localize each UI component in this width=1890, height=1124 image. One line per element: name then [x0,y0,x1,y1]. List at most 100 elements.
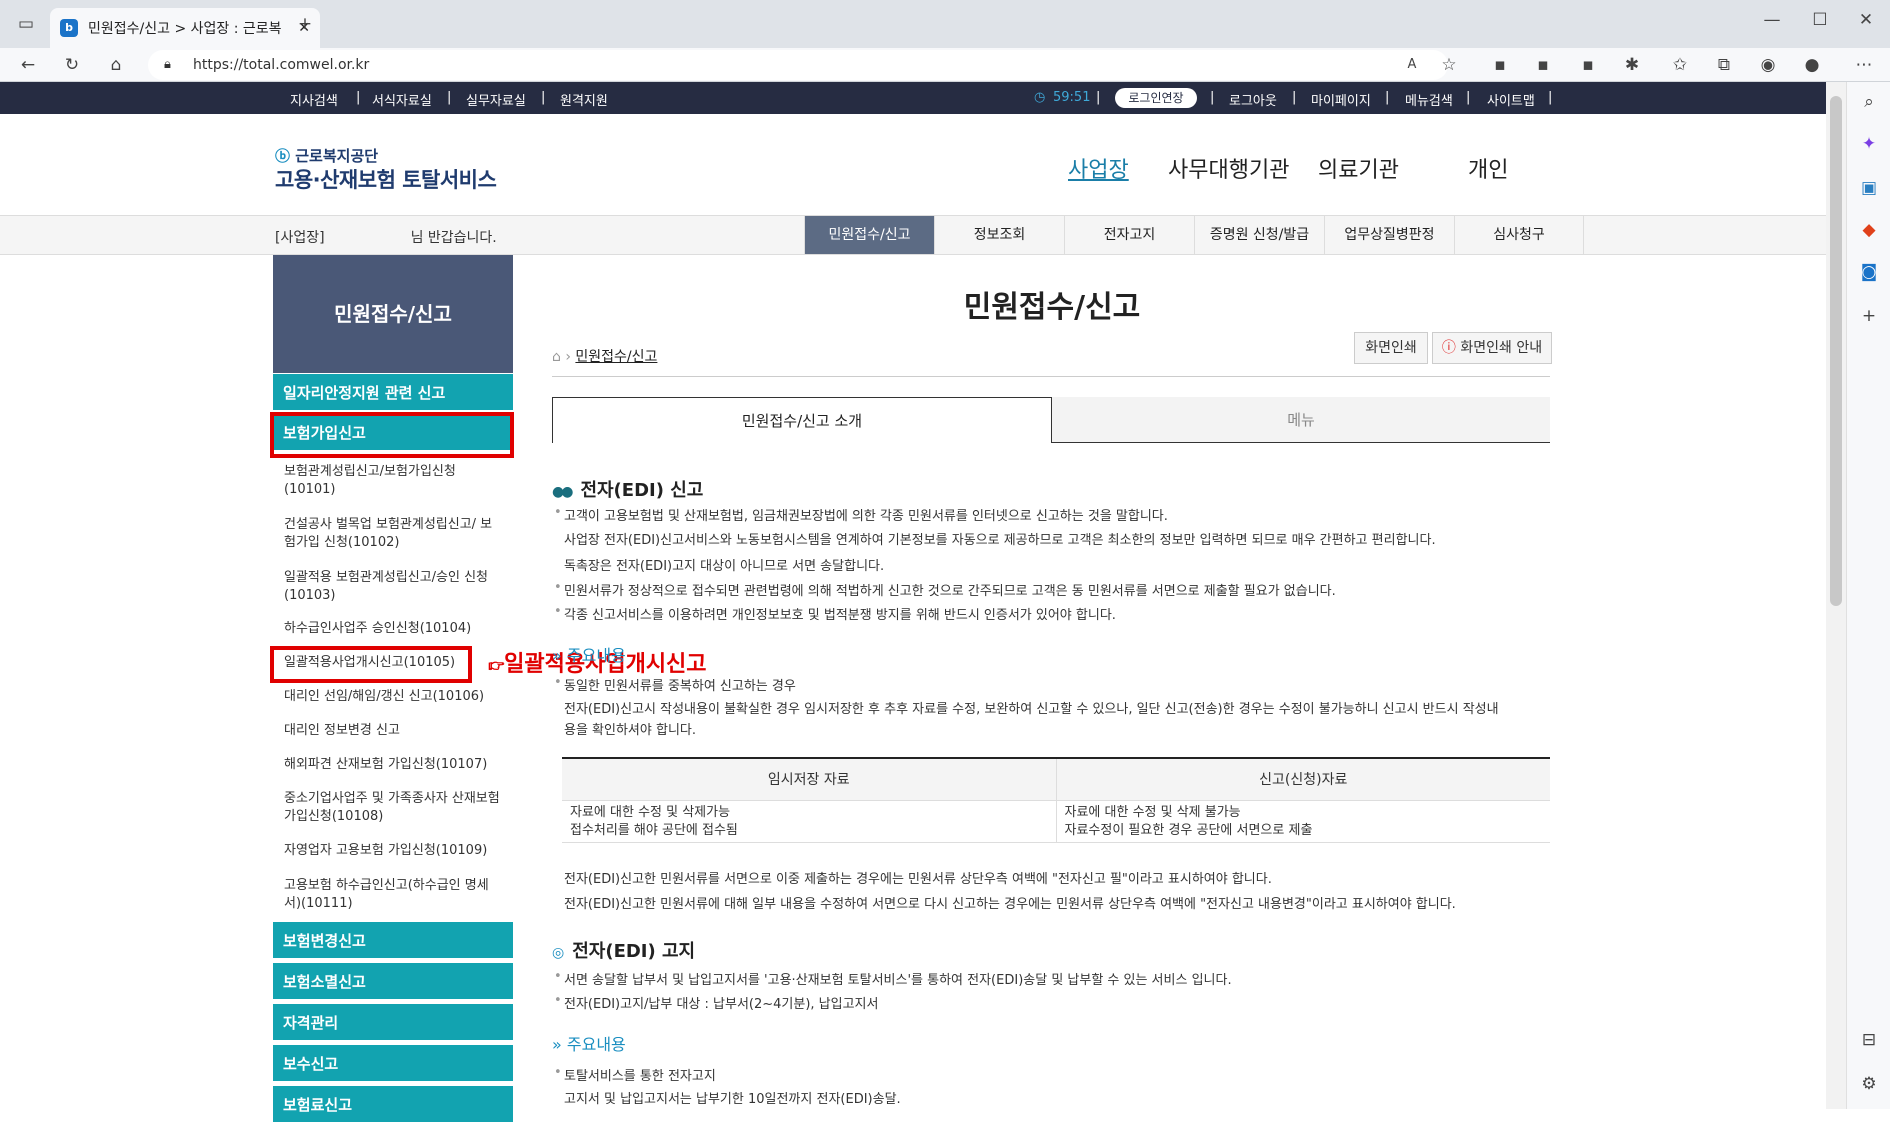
left-item-10101[interactable]: 보험관계성립신고/보험가입신청 (10101) [284,463,504,499]
sitemap-link[interactable]: 사이트맵 [1487,90,1535,109]
sub2-line-1: 토탈서비스를 통한 전자고지 [554,1065,716,1084]
logout-link[interactable]: 로그아웃 [1229,90,1277,109]
print-guide-button[interactable]: ⓘ 화면인쇄 안내 [1432,332,1552,364]
highlight-box-10105 [270,646,472,683]
left-cat-premium-report[interactable]: 보험료신고 [273,1086,513,1124]
settings-more-icon[interactable]: ⋯ [1852,55,1876,75]
browser-tab[interactable]: b 민원접수/신고 > 사업장 : 근로복 ✕ [50,8,320,48]
favorite-star-icon[interactable]: ☆ [1437,55,1461,75]
left-cat-qualification[interactable]: 자격관리 [273,1004,513,1042]
note-line-1: 전자(EDI)신고한 민원서류를 서면으로 이중 제출하는 경우에는 민원서류 … [564,872,1272,887]
welcome-text: [사업장] 님 반갑습니다. [275,230,497,246]
left-item-10111[interactable]: 고용보험 하수급인신고(하수급인 명세서)(10111) [284,877,504,913]
tab-actions-icon[interactable]: ▭ [14,14,38,34]
add-sidebar-icon[interactable]: + [1857,306,1881,326]
table-header-report: 신고(신청)자료 [1259,772,1348,788]
brand-logo-line2[interactable]: 고용·산재보험 토탈서비스 [275,164,497,194]
left-cat-insurance-change[interactable]: 보험변경신고 [273,922,513,960]
refresh-icon[interactable]: ↻ [60,55,84,75]
subtab-info-inquiry[interactable]: 정보조회 [934,216,1064,254]
double-chevron-icon: » [552,646,562,665]
sec2-line-2: 전자(EDI)고지/납부 대상 : 납부서(2~4기분), 납입고지서 [554,993,878,1012]
subtab-civil-petition[interactable]: 민원접수/신고 [804,216,934,254]
clock-icon: ◷ [1034,90,1046,105]
maximize-icon[interactable]: ☐ [1808,10,1832,30]
left-cat-employment-stability[interactable]: 일자리안정지원 관련 신고 [273,374,513,412]
sec1-line-5: 각종 신고서비스를 이용하려면 개인정보보호 및 법적분쟁 방지를 위해 반드시… [554,604,1116,623]
left-item-10106[interactable]: 대리인 선임/해임/갱신 신고(10106) [284,688,504,706]
double-chevron-icon: » [552,1035,562,1054]
gnav-personal[interactable]: 개인 [1468,152,1508,184]
subtab-certificate[interactable]: 증명원 신청/발급 [1194,216,1324,254]
address-bar-row: ← ↻ ⌂ 🔒︎ https://total.comwel.or.kr A ☆ … [0,48,1890,82]
gnav-medical[interactable]: 의료기관 [1318,152,1399,184]
left-item-10108[interactable]: 중소기업사업주 및 가족종사자 산재보험가입신청(10108) [284,790,504,826]
page-scrollbar[interactable] [1826,82,1846,1109]
subtab-e-notice[interactable]: 전자고지 [1064,216,1194,254]
left-item-10107[interactable]: 해외파견 산재보험 가입신청(10107) [284,756,504,774]
tab-intro[interactable]: 민원접수/신고 소개 [552,397,1052,443]
new-tab-icon[interactable]: + [293,14,317,34]
top-link-forms[interactable]: 서식자료실 [372,90,432,109]
left-cat-wage-report[interactable]: 보수신고 [273,1045,513,1083]
scrollbar-thumb[interactable] [1830,96,1842,606]
sec1-line-3: 독촉장은 전자(EDI)고지 대상이 아니므로 서면 송달합니다. [564,559,885,574]
home-icon[interactable]: ⌂ [552,349,561,365]
close-window-icon[interactable]: ✕ [1854,10,1878,30]
top-link-branch-search[interactable]: 지사검색 [290,90,338,109]
copilot-icon[interactable]: ◉ [1756,55,1780,75]
top-link-practice[interactable]: 실무자료실 [466,90,526,109]
left-cat-insurance-termination[interactable]: 보험소멸신고 [273,963,513,1001]
alert-icon: ⓘ [1441,340,1456,356]
gear-icon[interactable]: ⚙︎ [1857,1074,1881,1094]
menu-search-link[interactable]: 메뉴검색 [1405,90,1453,109]
back-icon[interactable]: ← [16,55,40,75]
subtab-review-request[interactable]: 심사청구 [1454,216,1584,254]
favorites-icon[interactable]: ✩ [1668,55,1692,75]
sub-menu-bar: [사업장] 님 반갑습니다. 민원접수/신고 정보조회 전자고지 증명원 신청/발… [0,215,1826,255]
search-icon[interactable]: ⌕ [1857,92,1881,112]
collections-icon[interactable]: ⧉ [1712,55,1736,75]
office-icon[interactable]: ◆ [1857,220,1881,240]
tools-icon[interactable]: ▣ [1857,178,1881,198]
gnav-agency[interactable]: 사무대행기관 [1168,152,1289,184]
sidebar-toggle-icon[interactable]: ⊟ [1857,1030,1881,1050]
left-item-10103[interactable]: 일괄적용 보험관계성립신고/승인 신청(10103) [284,569,504,605]
gnav-workplace[interactable]: 사업장 [1068,152,1129,184]
sub1-line-3: 용을 확인하셔야 합니다. [564,723,696,738]
site-top-utility-bar: 지사검색 | 서식자료실 | 실무자료실 | 원격지원 ◷ 59:51 | 로그… [0,82,1826,114]
extension-icon[interactable]: ▪ [1488,55,1512,75]
print-button[interactable]: 화면인쇄 [1354,332,1428,364]
outlook-icon[interactable]: ◙ [1857,262,1881,282]
copilot-sparkle-icon[interactable]: ✦ [1857,134,1881,154]
tab-title: 민원접수/신고 > 사업장 : 근로복 [88,21,282,37]
left-item-10109[interactable]: 자영업자 고용보험 가입신청(10109) [284,842,504,860]
top-link-remote[interactable]: 원격지원 [560,90,608,109]
profile-avatar-icon[interactable]: ● [1800,55,1824,75]
sub1-title: » 주요내용 [552,646,626,665]
subtab-disease-judgment[interactable]: 업무상질병판정 [1324,216,1454,254]
url-input[interactable]: 🔒︎ https://total.comwel.or.kr [148,50,1448,80]
table-cell: 자료수정이 필요한 경우 공단에 서면으로 제출 [1064,823,1313,838]
note-line-2: 전자(EDI)신고한 민원서류에 대해 일부 내용을 수정하여 서면으로 다시 … [564,897,1456,912]
sub2-line-2: 고지서 및 납입고지서는 납부기한 10일전까지 전자(EDI)송달. [564,1092,901,1107]
minimize-icon[interactable]: — [1760,10,1784,30]
highlight-box-insurance-join [270,412,514,458]
url-text: https://total.comwel.or.kr [193,57,370,73]
login-extend-button[interactable]: 로그인연장 [1115,88,1197,108]
home-icon[interactable]: ⌂ [104,55,128,75]
left-item-10104[interactable]: 하수급인사업주 승인신청(10104) [284,620,504,638]
section-edi-notice-title: ◎ 전자(EDI) 고지 [552,941,696,962]
extension-bar-icon[interactable]: ▪ [1576,55,1600,75]
breadcrumb-current[interactable]: 민원접수/신고 [575,349,657,365]
browser-tab-bar: ▭ b 민원접수/신고 > 사업장 : 근로복 ✕ + — ☐ ✕ [0,0,1890,48]
extension-s-icon[interactable]: ▪ [1531,55,1555,75]
extensions-puzzle-icon[interactable]: ✱ [1620,55,1644,75]
read-aloud-icon[interactable]: A [1400,55,1424,75]
brand-logo-line1[interactable]: ⓑ 근로복지공단 [275,145,378,166]
page-title: 민원접수/신고 [963,290,1141,325]
left-item-agent-info[interactable]: 대리인 정보변경 신고 [284,722,504,740]
left-item-10102[interactable]: 건설공사 벌목업 보험관계성립신고/ 보험가입 신청(10102) [284,516,504,552]
mypage-link[interactable]: 마이페이지 [1311,90,1371,109]
tab-menu[interactable]: 메뉴 [1052,397,1550,443]
